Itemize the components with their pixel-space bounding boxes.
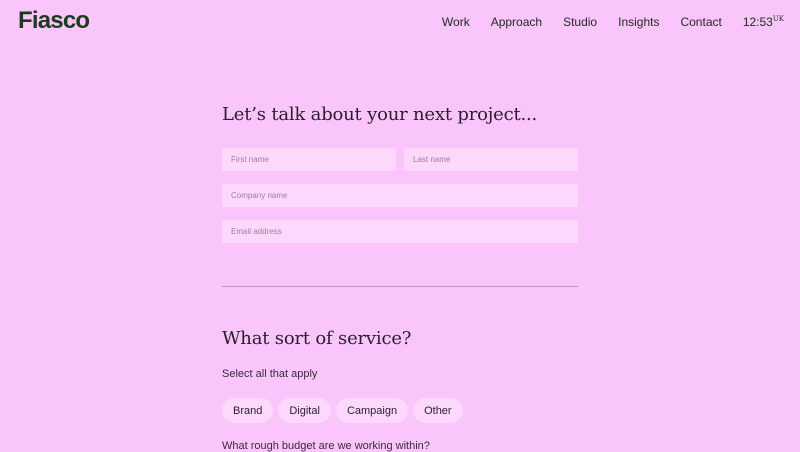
nav-contact[interactable]: Contact: [680, 15, 721, 29]
nav-work[interactable]: Work: [442, 15, 470, 29]
services-heading: What sort of service?: [222, 328, 412, 349]
main-nav: Work Approach Studio Insights Contact 12…: [421, 15, 784, 29]
clock: 12:53UK: [743, 15, 784, 29]
services-hint: Select all that apply: [222, 368, 318, 380]
last-name-input[interactable]: [404, 148, 578, 171]
services-section: What sort of service?: [222, 328, 578, 349]
contact-heading: Let’s talk about your next project...: [222, 104, 538, 125]
nav-approach[interactable]: Approach: [491, 15, 542, 29]
service-chip-other[interactable]: Other: [413, 398, 463, 423]
contact-section: Let’s talk about your next project...: [222, 104, 578, 125]
company-name-input[interactable]: [222, 184, 578, 207]
email-row: [222, 220, 578, 243]
name-row: [222, 148, 578, 171]
email-input[interactable]: [222, 220, 578, 243]
nav-insights[interactable]: Insights: [618, 15, 659, 29]
budget-question: What rough budget are we working within?: [222, 440, 430, 452]
first-name-input[interactable]: [222, 148, 396, 171]
clock-zone: UK: [772, 15, 784, 23]
company-row: [222, 184, 578, 207]
service-chip-digital[interactable]: Digital: [278, 398, 331, 423]
clock-time: 12:53: [742, 15, 773, 29]
service-options: Brand Digital Campaign Other: [222, 398, 578, 423]
service-chip-campaign[interactable]: Campaign: [335, 398, 409, 423]
site-header: Fiasco Work Approach Studio Insights Con…: [0, 0, 800, 45]
logo[interactable]: Fiasco: [18, 7, 90, 35]
nav-studio[interactable]: Studio: [563, 15, 597, 29]
section-divider: [222, 286, 578, 287]
service-chip-brand[interactable]: Brand: [222, 398, 274, 423]
